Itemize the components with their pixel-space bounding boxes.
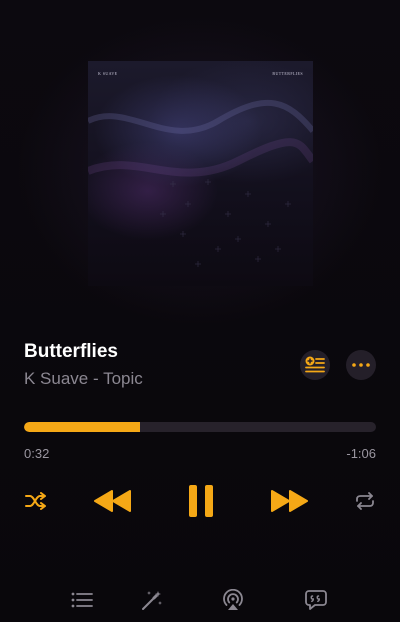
progress-fill xyxy=(24,422,141,432)
magic-wand-button[interactable] xyxy=(138,586,166,614)
artwork-artist-text: K SUAVE xyxy=(98,71,118,76)
song-title: Butterflies xyxy=(24,341,118,362)
lyrics-icon xyxy=(305,590,327,610)
lyrics-button[interactable] xyxy=(302,586,330,614)
shuffle-button[interactable] xyxy=(24,490,48,512)
rewind-icon xyxy=(94,490,131,512)
add-to-queue-icon xyxy=(305,356,325,373)
album-artwork: K SUAVE BUTTERFLIES xyxy=(88,61,313,286)
song-artist[interactable]: K Suave - Topic xyxy=(24,369,143,389)
add-to-queue-button[interactable] xyxy=(300,350,330,380)
remaining-time: -1:06 xyxy=(346,446,376,461)
shuffle-icon xyxy=(25,492,46,510)
airplay-button[interactable] xyxy=(219,586,247,614)
pause-button[interactable] xyxy=(186,483,216,519)
magic-wand-icon xyxy=(142,591,162,610)
progress-bar[interactable] xyxy=(24,422,376,432)
repeat-button[interactable] xyxy=(353,490,377,512)
queue-list-icon xyxy=(71,592,93,608)
elapsed-time: 0:32 xyxy=(24,446,50,461)
more-options-button[interactable] xyxy=(346,350,376,380)
artwork-pattern xyxy=(88,100,313,267)
rewind-button[interactable] xyxy=(92,486,134,516)
pause-icon xyxy=(189,485,213,517)
airplay-icon xyxy=(223,589,243,610)
repeat-icon xyxy=(356,492,374,510)
artwork-title-text: BUTTERFLIES xyxy=(272,71,303,76)
fast-forward-button[interactable] xyxy=(268,486,310,516)
more-icon xyxy=(352,363,370,367)
fast-forward-icon xyxy=(271,490,308,512)
queue-list-button[interactable] xyxy=(68,586,96,614)
